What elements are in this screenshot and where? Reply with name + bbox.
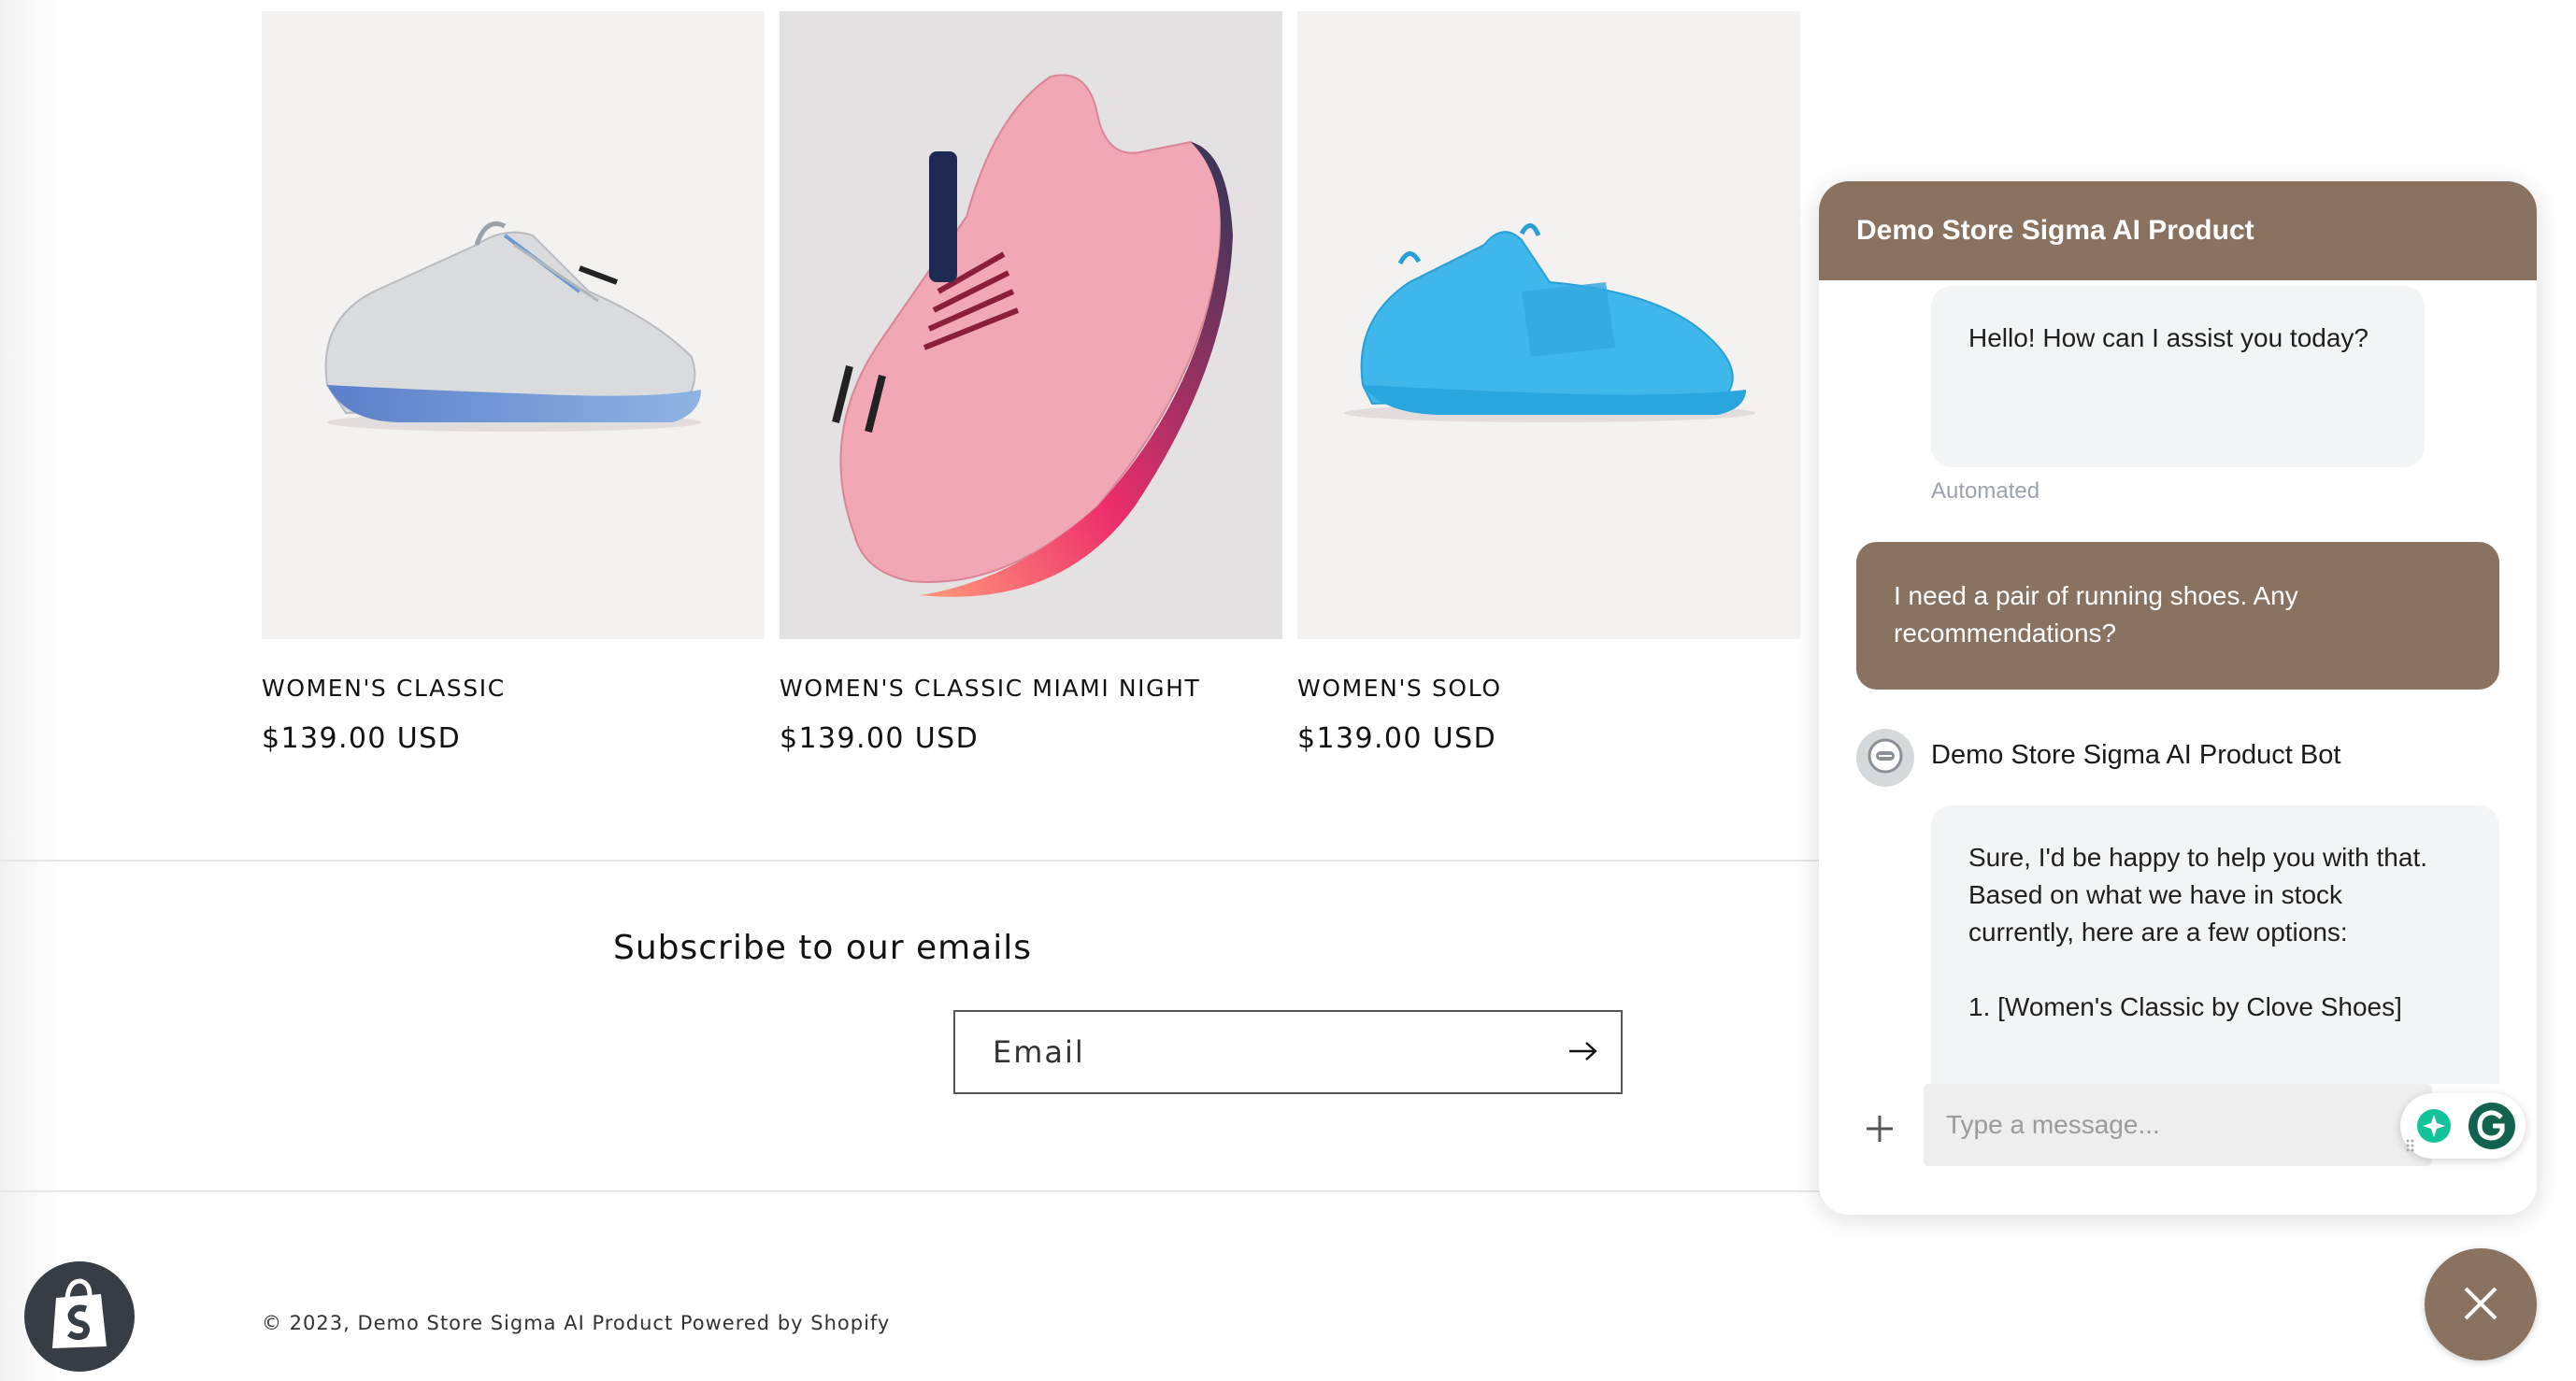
footer-divider bbox=[0, 1190, 1823, 1192]
product-price: $139.00 USD bbox=[780, 722, 980, 755]
message-text bbox=[1968, 951, 2462, 989]
user-message-bubble: I need a pair of running shoes. Any reco… bbox=[1856, 542, 2499, 690]
message-text: I need a pair of running shoes. Any bbox=[1894, 581, 2298, 610]
message-text: 1. [Women's Classic by Clove Shoes] bbox=[1968, 992, 2402, 1021]
grammarly-drag-handle[interactable] bbox=[2406, 1138, 2415, 1158]
automated-label: Automated bbox=[1931, 478, 2040, 504]
email-input[interactable] bbox=[955, 1011, 1546, 1093]
shopify-bag-icon bbox=[47, 1277, 112, 1357]
chat-input-row bbox=[1819, 1084, 2537, 1215]
product-card-womens-classic-miami-night[interactable]: WOMEN'S CLASSIC MIAMI NIGHT $139.00 USD bbox=[780, 11, 1282, 755]
product-price: $139.00 USD bbox=[1297, 722, 1497, 755]
newsletter-form bbox=[953, 1010, 1623, 1094]
close-icon bbox=[2462, 1285, 2499, 1325]
message-text: Sure, I'd be happy to help you with that… bbox=[1968, 843, 2427, 872]
newsletter-heading: Subscribe to our emails bbox=[612, 929, 1033, 967]
grammarly-sparkle-icon[interactable] bbox=[2415, 1107, 2453, 1149]
arrow-right-icon bbox=[1567, 1040, 1599, 1065]
chat-header: Demo Store Sigma AI Product bbox=[1819, 181, 2537, 280]
product-card-womens-classic[interactable]: WOMEN'S CLASSIC $139.00 USD bbox=[262, 11, 765, 755]
product-price: $139.00 USD bbox=[262, 722, 462, 755]
message-text: currently, here are a few options: bbox=[1968, 918, 2348, 947]
product-title[interactable]: WOMEN'S CLASSIC MIAMI NIGHT bbox=[780, 675, 1282, 702]
chat-header-title: Demo Store Sigma AI Product bbox=[1856, 215, 2254, 246]
section-divider bbox=[0, 860, 1823, 861]
product-title[interactable]: WOMEN'S CLASSIC bbox=[262, 675, 765, 702]
grammarly-widget[interactable] bbox=[2400, 1093, 2526, 1159]
chat-messages[interactable]: Hello! How can I assist you today? Autom… bbox=[1819, 280, 2537, 1084]
product-card-womens-solo[interactable]: WOMEN'S SOLO $139.00 USD bbox=[1297, 11, 1800, 755]
product-title[interactable]: WOMEN'S SOLO bbox=[1297, 675, 1800, 702]
product-image[interactable] bbox=[1297, 11, 1800, 639]
bot-name: Demo Store Sigma AI Product Bot bbox=[1931, 740, 2341, 770]
add-attachment-button[interactable] bbox=[1856, 1106, 1903, 1153]
product-image[interactable] bbox=[262, 11, 765, 639]
bot-greeting-bubble: Hello! How can I assist you today? bbox=[1931, 286, 2425, 467]
bot-avatar bbox=[1856, 729, 1914, 787]
footer-copyright: © 2023, Demo Store Sigma AI Product Powe… bbox=[262, 1312, 891, 1334]
plus-icon bbox=[1865, 1114, 1895, 1146]
bot-avatar-icon bbox=[1867, 737, 1904, 779]
shopify-badge[interactable] bbox=[24, 1261, 135, 1372]
page-left-shade bbox=[0, 0, 65, 1381]
message-text: Based on what we have in stock bbox=[1968, 880, 2343, 909]
product-image[interactable] bbox=[780, 11, 1282, 639]
subscribe-submit-button[interactable] bbox=[1546, 1012, 1621, 1092]
grammarly-icon[interactable] bbox=[2468, 1102, 2516, 1155]
message-text: Hello! How can I assist you today? bbox=[1968, 323, 2368, 352]
chat-widget: Demo Store Sigma AI Product Hello! How c… bbox=[1819, 181, 2537, 1215]
chat-close-button[interactable] bbox=[2425, 1248, 2537, 1360]
message-text: recommendations? bbox=[1894, 619, 2117, 648]
bot-reply-bubble: Sure, I'd be happy to help you with that… bbox=[1931, 805, 2499, 1084]
message-input[interactable] bbox=[1924, 1084, 2432, 1166]
